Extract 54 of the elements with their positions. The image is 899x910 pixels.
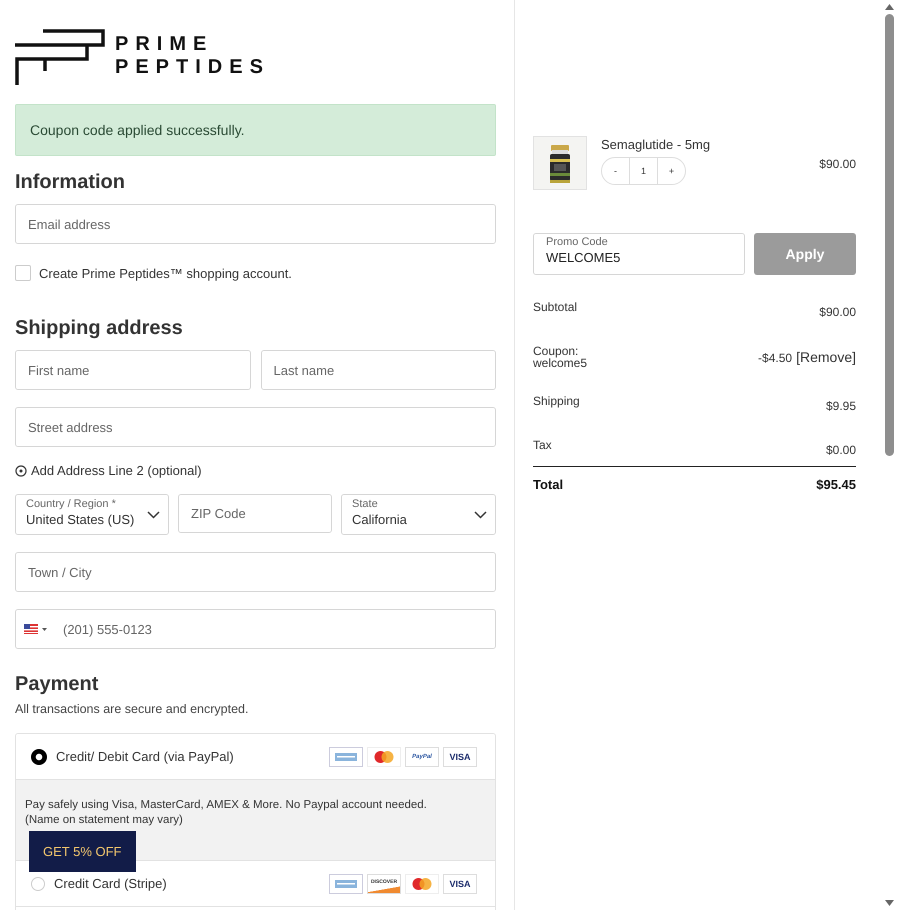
summary-label: Shipping: [533, 395, 580, 407]
visa-card: VISA: [443, 746, 477, 766]
city-field[interactable]: Town / City: [15, 552, 496, 592]
radio-button[interactable]: [31, 748, 47, 764]
summary-value: $9.95: [826, 399, 856, 413]
remove-link[interactable]: [Remove]: [796, 349, 856, 365]
item-price: $90.00: [819, 157, 856, 171]
caret-icon[interactable]: [42, 628, 47, 631]
section-heading: Payment: [15, 673, 100, 696]
section-heading: Information: [15, 171, 126, 194]
chevron-down-icon: [147, 511, 160, 519]
mastercard-icon: [367, 746, 401, 766]
payment-subtitle: All transactions are secure and encrypted.: [15, 702, 250, 716]
add-icon: [15, 464, 27, 476]
discount-button[interactable]: GET 5% OFF: [29, 831, 136, 872]
total-value: $95.45: [816, 477, 856, 492]
country-select[interactable]: Country / Region * United States (US): [15, 494, 169, 535]
product-name: Semaglutide - 5mg: [601, 137, 712, 152]
summary-label: Coupon: welcome5: [533, 345, 588, 369]
first-name-field[interactable]: First name: [15, 350, 250, 390]
logo-text: PEPTIDES: [115, 56, 270, 79]
promo-code-field[interactable]: Promo Code WELCOME5: [533, 233, 745, 275]
scroll-up-icon[interactable]: [885, 4, 894, 10]
quantity-value: 1: [629, 158, 658, 184]
flag-icon: [24, 624, 38, 634]
email-field[interactable]: Email address: [15, 204, 496, 244]
decrease-button[interactable]: -: [602, 166, 629, 176]
add-address-link[interactable]: Add Address Line 2 (optional): [15, 463, 202, 478]
amex-card-icon: [329, 874, 363, 894]
logo-text: PRIME: [115, 33, 214, 56]
scroll-down-icon[interactable]: [885, 900, 894, 906]
logo-icon: [15, 29, 105, 87]
quantity-stepper[interactable]: - 1 +: [601, 157, 686, 185]
state-select[interactable]: State California: [341, 494, 496, 535]
section-heading: Shipping address: [15, 317, 184, 340]
success-alert: Coupon code applied successfully.: [15, 104, 496, 156]
summary-value: $0.00: [826, 443, 856, 457]
summary-label: Subtotal: [533, 301, 578, 313]
checkbox[interactable]: [15, 265, 31, 281]
summary-label: Tax: [533, 439, 552, 451]
mastercard-icon: [405, 874, 439, 894]
phone-field[interactable]: (201) 555-0123: [15, 609, 496, 649]
last-name-field[interactable]: Last name: [260, 350, 496, 390]
increase-button[interactable]: +: [658, 166, 685, 176]
amex-card-icon: [329, 746, 363, 766]
visa-card: VISA: [443, 874, 477, 894]
chevron-down-icon: [474, 511, 487, 519]
checkbox-label: Create Prime Peptides™ shopping account.: [39, 266, 292, 280]
summary-value: -$4.50: [758, 351, 792, 365]
total-label: Total: [533, 477, 564, 492]
scrollbar-thumb[interactable]: [885, 14, 894, 456]
summary-value: $90.00: [819, 305, 856, 319]
street-field[interactable]: Street address: [15, 407, 496, 447]
zip-field[interactable]: ZIP Code: [178, 494, 332, 533]
